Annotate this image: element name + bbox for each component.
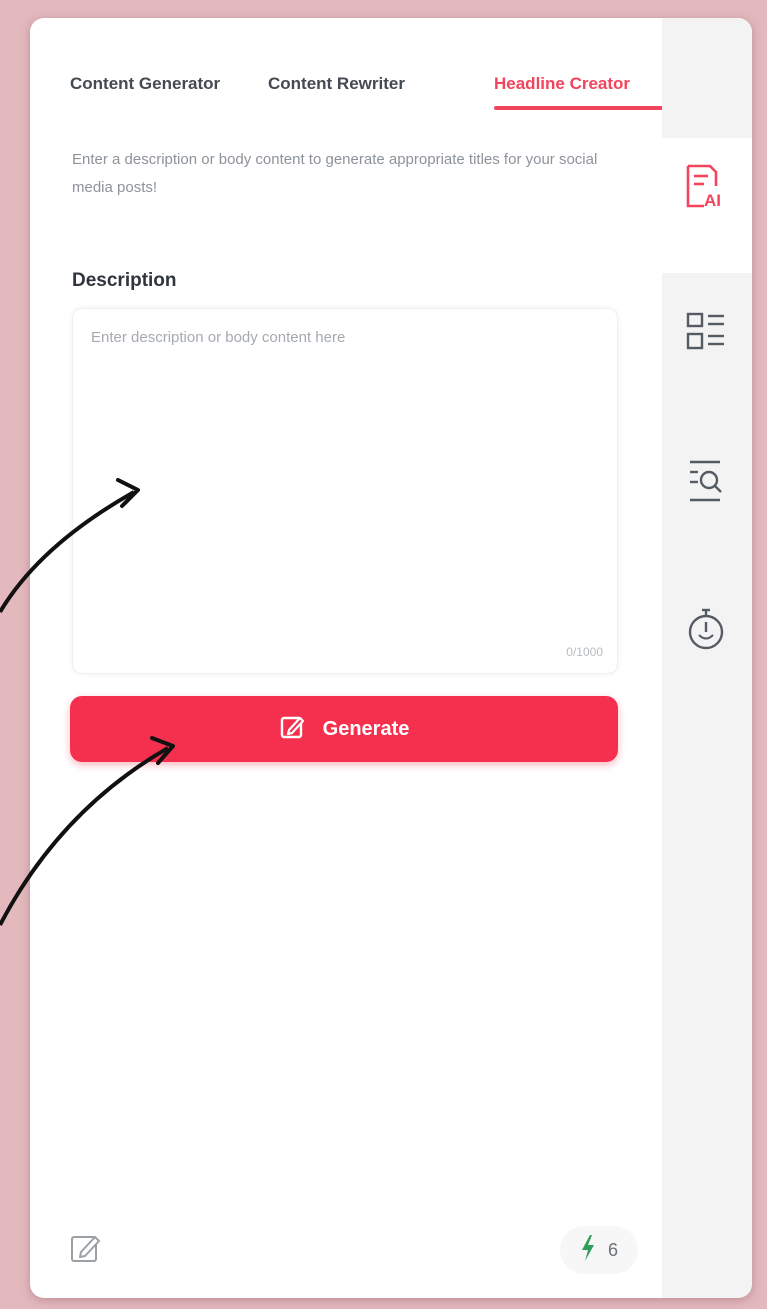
ai-writer-icon[interactable]: AI bbox=[680, 160, 732, 212]
edit-icon bbox=[279, 713, 307, 746]
generate-label: Generate bbox=[322, 717, 410, 740]
layout-list-icon[interactable] bbox=[680, 306, 732, 358]
credits-badge[interactable]: 6 bbox=[560, 1226, 638, 1274]
assistant-panel: Content Generator Content Rewriter Headl… bbox=[30, 18, 752, 1298]
search-list-icon[interactable] bbox=[680, 454, 732, 506]
description-input[interactable]: Enter description or body content here 0… bbox=[72, 308, 618, 674]
description-label: Description bbox=[72, 270, 177, 291]
svg-text:AI: AI bbox=[704, 191, 721, 210]
sidebar: AI bbox=[662, 18, 752, 1298]
tab-headline-creator[interactable]: Headline Creator bbox=[494, 74, 630, 94]
character-counter: 0/1000 bbox=[566, 645, 603, 659]
compose-icon[interactable] bbox=[68, 1230, 104, 1266]
credits-count: 6 bbox=[607, 1239, 618, 1260]
lightning-icon bbox=[580, 1234, 596, 1266]
active-tab-indicator bbox=[494, 106, 672, 110]
description-placeholder: Enter description or body content here bbox=[91, 329, 346, 346]
tab-bar: Content Generator Content Rewriter Headl… bbox=[70, 74, 672, 114]
timer-icon[interactable] bbox=[680, 602, 732, 654]
intro-text: Enter a description or body content to g… bbox=[72, 151, 598, 196]
generate-button[interactable]: Generate bbox=[70, 696, 618, 762]
tab-content-generator[interactable]: Content Generator bbox=[70, 74, 220, 94]
tab-content-rewriter[interactable]: Content Rewriter bbox=[268, 74, 405, 94]
